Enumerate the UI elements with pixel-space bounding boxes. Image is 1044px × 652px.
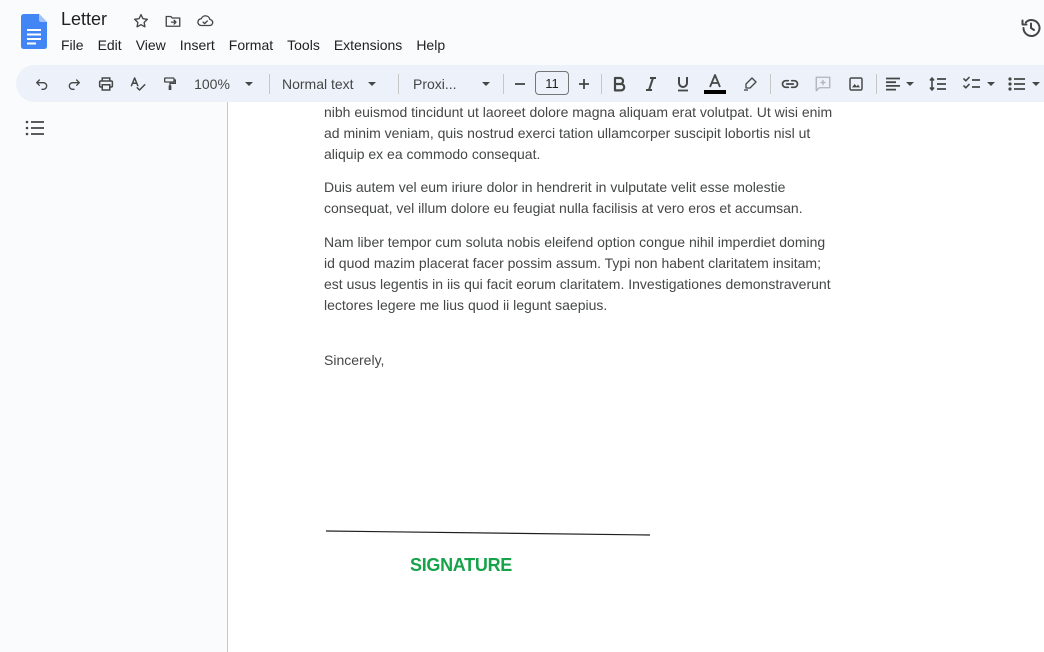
bold-icon — [613, 76, 626, 91]
cloud-saved-icon[interactable] — [195, 11, 215, 31]
document-page[interactable]: nibh euismod tincidunt ut laoreet dolore… — [228, 102, 1044, 652]
add-comment-button[interactable] — [811, 65, 835, 102]
menu-extensions[interactable]: Extensions — [327, 35, 409, 56]
toolbar-separator — [601, 74, 602, 94]
spellcheck-icon — [130, 76, 146, 91]
chevron-down-icon — [481, 81, 490, 86]
title-actions — [131, 11, 215, 31]
history-icon[interactable] — [1019, 16, 1043, 40]
italic-button[interactable] — [640, 65, 662, 102]
minus-icon — [515, 82, 525, 85]
menu-view[interactable]: View — [129, 35, 173, 56]
comment-icon — [815, 76, 831, 91]
spellcheck-button[interactable] — [126, 65, 150, 102]
align-select[interactable] — [882, 65, 918, 102]
document-title[interactable]: Letter — [61, 9, 107, 30]
font-size-input[interactable]: 11 — [535, 71, 569, 95]
menu-format[interactable]: Format — [222, 35, 280, 56]
image-icon — [849, 76, 863, 91]
undo-button[interactable] — [30, 65, 54, 102]
toolbar-separator — [503, 74, 504, 94]
outline-icon[interactable] — [25, 118, 45, 138]
toolbar-separator — [770, 74, 771, 94]
decrease-font-size-button[interactable] — [511, 65, 529, 102]
paint-format-button[interactable] — [158, 65, 182, 102]
insert-link-button[interactable] — [778, 65, 802, 102]
paint-format-icon — [164, 76, 176, 90]
font-family-value: Proxi... — [413, 75, 457, 92]
underline-button[interactable] — [672, 65, 694, 102]
checklist-icon — [962, 76, 980, 89]
signature-label: SIGNATURE — [410, 555, 512, 575]
underline-icon — [678, 77, 688, 92]
font-family-select[interactable]: Proxi... — [409, 65, 495, 102]
redo-icon — [68, 78, 80, 90]
signature-line — [326, 530, 651, 536]
chevron-down-icon — [906, 81, 914, 86]
star-icon[interactable] — [131, 11, 151, 31]
menu-insert[interactable]: Insert — [173, 35, 222, 56]
highlight-icon — [744, 76, 757, 91]
zoom-select[interactable]: 100% — [188, 65, 260, 102]
plus-icon — [579, 78, 589, 89]
paragraph-style-value: Normal text — [282, 75, 354, 92]
menu-file[interactable]: File — [54, 35, 91, 56]
toolbar-separator — [269, 74, 270, 94]
text-color-icon — [704, 73, 726, 94]
docs-logo-icon[interactable] — [21, 14, 47, 49]
insert-image-button[interactable] — [844, 65, 868, 102]
print-icon — [98, 76, 114, 91]
toolbar-separator — [876, 74, 877, 94]
undo-icon — [36, 78, 48, 90]
body-paragraph: nibh euismod tincidunt ut laoreet dolore… — [324, 104, 833, 162]
menu-bar: File Edit View Insert Format Tools Exten… — [54, 35, 452, 56]
print-button[interactable] — [94, 65, 118, 102]
checklist-select[interactable] — [958, 65, 1000, 102]
bulleted-list-icon — [1007, 76, 1025, 91]
zoom-value: 100% — [194, 75, 230, 92]
move-folder-icon[interactable] — [163, 11, 183, 31]
redo-button[interactable] — [62, 65, 86, 102]
paragraph-style-select[interactable]: Normal text — [278, 65, 386, 102]
closing-line: Sincerely, — [324, 352, 385, 368]
menu-edit[interactable]: Edit — [91, 35, 129, 56]
chevron-down-icon — [986, 81, 995, 86]
chevron-down-icon — [244, 81, 253, 86]
link-icon — [781, 79, 799, 88]
increase-font-size-button[interactable] — [575, 65, 593, 102]
toolbar-separator — [398, 74, 399, 94]
toolbar: 100% Normal text Proxi... 11 — [16, 65, 1044, 102]
menu-tools[interactable]: Tools — [280, 35, 327, 56]
chevron-down-icon — [1031, 81, 1040, 86]
line-spacing-button[interactable] — [926, 65, 950, 102]
menu-help[interactable]: Help — [409, 35, 452, 56]
chevron-down-icon — [367, 81, 376, 86]
body-paragraph: Duis autem vel eum iriure dolor in hendr… — [324, 179, 803, 216]
align-left-icon — [886, 77, 900, 90]
text-color-button[interactable] — [703, 65, 727, 102]
bulleted-list-select[interactable] — [1004, 65, 1044, 102]
line-spacing-icon — [929, 76, 946, 91]
italic-icon — [646, 76, 656, 91]
body-paragraph: Nam liber tempor cum soluta nobis eleife… — [324, 234, 831, 313]
bold-button[interactable] — [608, 65, 630, 102]
docs-header: Letter File Edit View Insert Format Tool… — [0, 0, 1044, 62]
highlight-color-button[interactable] — [739, 65, 761, 102]
